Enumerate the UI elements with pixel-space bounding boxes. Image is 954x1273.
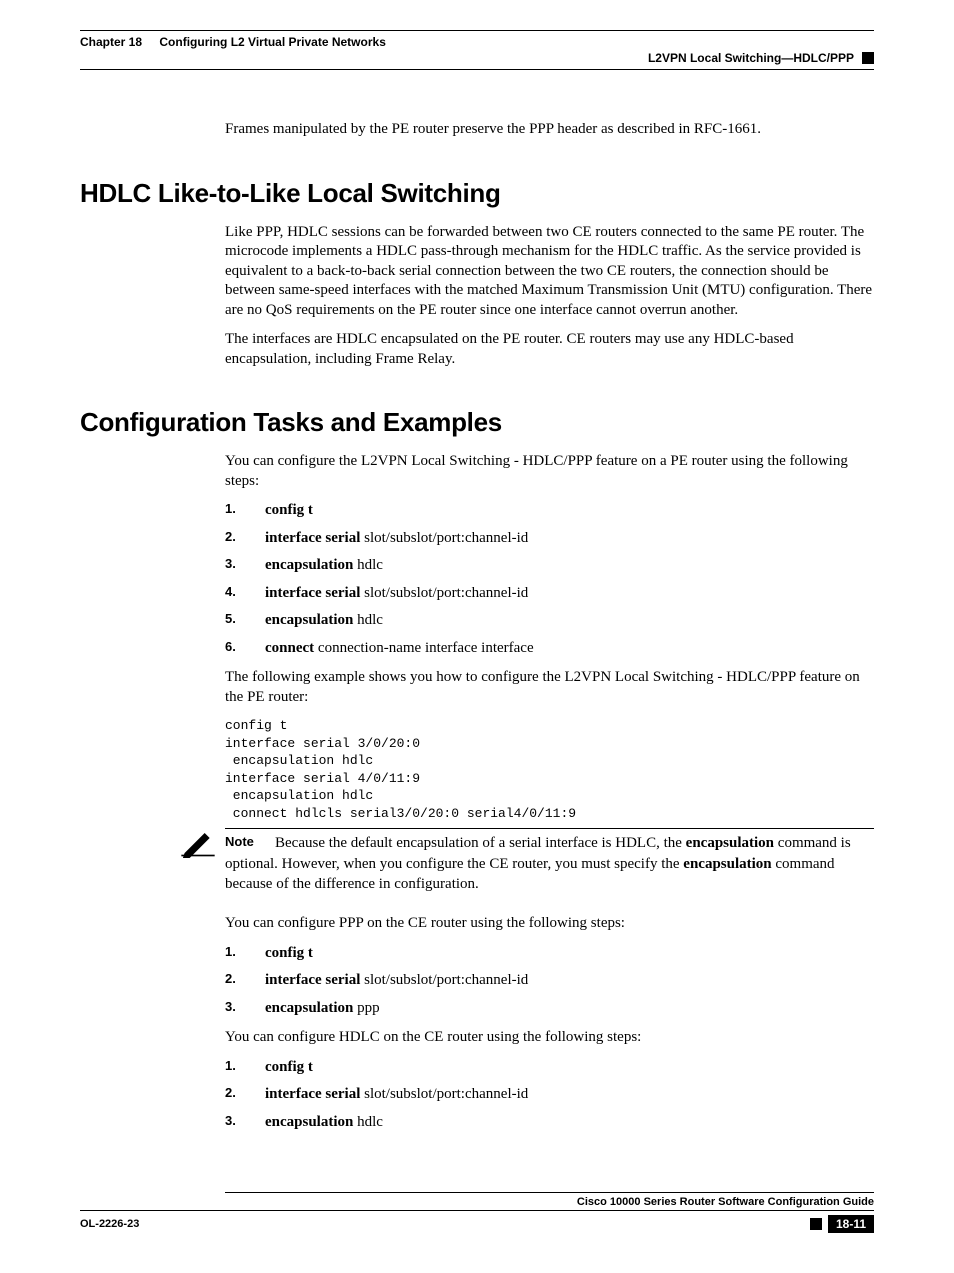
step-item: 5. encapsulation hdlc	[225, 611, 874, 631]
paragraph: You can configure the L2VPN Local Switch…	[225, 452, 874, 491]
step-command: interface serial	[265, 530, 360, 546]
chapter-number: Chapter 18	[80, 35, 142, 49]
step-text: config t	[265, 944, 313, 964]
paragraph: The interfaces are HDLC encapsulated on …	[225, 330, 874, 369]
page-header-right-row: L2VPN Local Switching—HDLC/PPP	[80, 51, 874, 70]
step-command: config t	[265, 502, 313, 518]
chapter-label: Chapter 18 Configuring L2 Virtual Privat…	[80, 35, 386, 49]
header-marker-icon	[862, 52, 874, 64]
paragraph: You can configure PPP on the CE router u…	[225, 914, 874, 934]
step-text: encapsulation ppp	[265, 999, 380, 1019]
code-example: config t interface serial 3/0/20:0 encap…	[225, 717, 874, 822]
step-number: 3.	[225, 1113, 253, 1133]
step-item: 3. encapsulation hdlc	[225, 556, 874, 576]
note-pencil-icon	[181, 828, 215, 858]
document-page: Chapter 18 Configuring L2 Virtual Privat…	[0, 0, 954, 1273]
step-command: config t	[265, 1059, 313, 1075]
step-text: config t	[265, 1058, 313, 1078]
chapter-title: Configuring L2 Virtual Private Networks	[159, 35, 386, 49]
step-text: interface serial slot/subslot/port:chann…	[265, 584, 528, 604]
footer-guide-line: Cisco 10000 Series Router Software Confi…	[225, 1192, 874, 1208]
step-number: 1.	[225, 501, 253, 521]
step-argument: slot/subslot/port:channel-id	[360, 530, 528, 546]
note-text: Because the default encapsulation of a s…	[275, 835, 686, 851]
step-item: 1. config t	[225, 501, 874, 521]
page-number: 18-11	[828, 1215, 874, 1233]
step-text: interface serial slot/subslot/port:chann…	[265, 1085, 528, 1105]
step-text: encapsulation hdlc	[265, 611, 383, 631]
note-block: NoteBecause the default encapsulation of…	[80, 828, 874, 894]
step-argument: hdlc	[353, 557, 383, 573]
step-command: connect	[265, 640, 314, 656]
step-command: interface serial	[265, 1086, 360, 1102]
step-argument: hdlc	[353, 612, 383, 628]
step-number: 1.	[225, 1058, 253, 1078]
step-item: 6. connect connection-name interface inte…	[225, 639, 874, 659]
step-command: config t	[265, 945, 313, 961]
step-number: 3.	[225, 556, 253, 576]
ppp-ce-section: You can configure PPP on the CE router u…	[225, 914, 874, 1132]
footer-bottom-row: OL-2226-23 18-11	[80, 1210, 874, 1233]
step-item: 1. config t	[225, 944, 874, 964]
paragraph: Like PPP, HDLC sessions can be forwarded…	[225, 223, 874, 321]
step-number: 1.	[225, 944, 253, 964]
step-argument: slot/subslot/port:channel-id	[360, 585, 528, 601]
step-item: 2. interface serial slot/subslot/port:cha…	[225, 971, 874, 991]
heading-hdlc-local-switching: HDLC Like-to-Like Local Switching	[80, 178, 874, 209]
steps-hdlc-ce: 1. config t 2. interface serial slot/subslo…	[225, 1058, 874, 1133]
step-number: 6.	[225, 639, 253, 659]
steps-pe-router: 1. config t 2. interface serial slot/subslo…	[225, 501, 874, 658]
step-text: interface serial slot/subslot/port:chann…	[265, 971, 528, 991]
paragraph: You can configure HDLC on the CE router …	[225, 1028, 874, 1048]
step-command: encapsulation	[265, 612, 353, 628]
step-text: interface serial slot/subslot/port:chann…	[265, 529, 528, 549]
step-command: interface serial	[265, 585, 360, 601]
step-command: encapsulation	[265, 557, 353, 573]
note-bold: encapsulation	[683, 856, 771, 872]
guide-title: Cisco 10000 Series Router Software Confi…	[577, 1196, 874, 1208]
step-number: 3.	[225, 999, 253, 1019]
step-text: encapsulation hdlc	[265, 1113, 383, 1133]
paragraph: Frames manipulated by the PE router pres…	[225, 120, 874, 140]
step-item: 3. encapsulation hdlc	[225, 1113, 874, 1133]
step-command: encapsulation	[265, 1114, 353, 1130]
step-command: encapsulation	[265, 1000, 353, 1016]
step-text: config t	[265, 501, 313, 521]
step-item: 4. interface serial slot/subslot/port:cha…	[225, 584, 874, 604]
step-argument: slot/subslot/port:channel-id	[360, 972, 528, 988]
step-argument: connection-name interface interface	[314, 640, 533, 656]
page-footer: Cisco 10000 Series Router Software Confi…	[80, 1192, 874, 1233]
note-bold: encapsulation	[686, 835, 774, 851]
step-number: 5.	[225, 611, 253, 631]
page-header-top: Chapter 18 Configuring L2 Virtual Privat…	[80, 30, 874, 49]
step-argument: slot/subslot/port:channel-id	[360, 1086, 528, 1102]
step-number: 2.	[225, 529, 253, 549]
doc-id: OL-2226-23	[80, 1218, 139, 1230]
step-number: 2.	[225, 971, 253, 991]
section-title: L2VPN Local Switching—HDLC/PPP	[648, 51, 854, 65]
note-body: NoteBecause the default encapsulation of…	[225, 828, 874, 894]
step-argument: hdlc	[353, 1114, 383, 1130]
step-text: connect connection-name interface interf…	[265, 639, 534, 659]
footer-marker-icon	[810, 1218, 822, 1230]
step-item: 3. encapsulation ppp	[225, 999, 874, 1019]
steps-ppp-ce: 1. config t 2. interface serial slot/subslo…	[225, 944, 874, 1019]
config-section: You can configure the L2VPN Local Switch…	[225, 452, 874, 822]
step-command: interface serial	[265, 972, 360, 988]
step-argument: ppp	[353, 1000, 379, 1016]
note-icon-cell	[80, 828, 225, 858]
step-number: 4.	[225, 584, 253, 604]
note-label: Note	[225, 833, 275, 851]
intro-paragraph: Frames manipulated by the PE router pres…	[225, 120, 874, 140]
footer-right: 18-11	[810, 1215, 874, 1233]
step-number: 2.	[225, 1085, 253, 1105]
step-text: encapsulation hdlc	[265, 556, 383, 576]
step-item: 1. config t	[225, 1058, 874, 1078]
step-item: 2. interface serial slot/subslot/port:cha…	[225, 1085, 874, 1105]
hdlc-section: Like PPP, HDLC sessions can be forwarded…	[225, 223, 874, 370]
step-item: 2. interface serial slot/subslot/port:cha…	[225, 529, 874, 549]
paragraph: The following example shows you how to c…	[225, 668, 874, 707]
heading-config-tasks: Configuration Tasks and Examples	[80, 407, 874, 438]
